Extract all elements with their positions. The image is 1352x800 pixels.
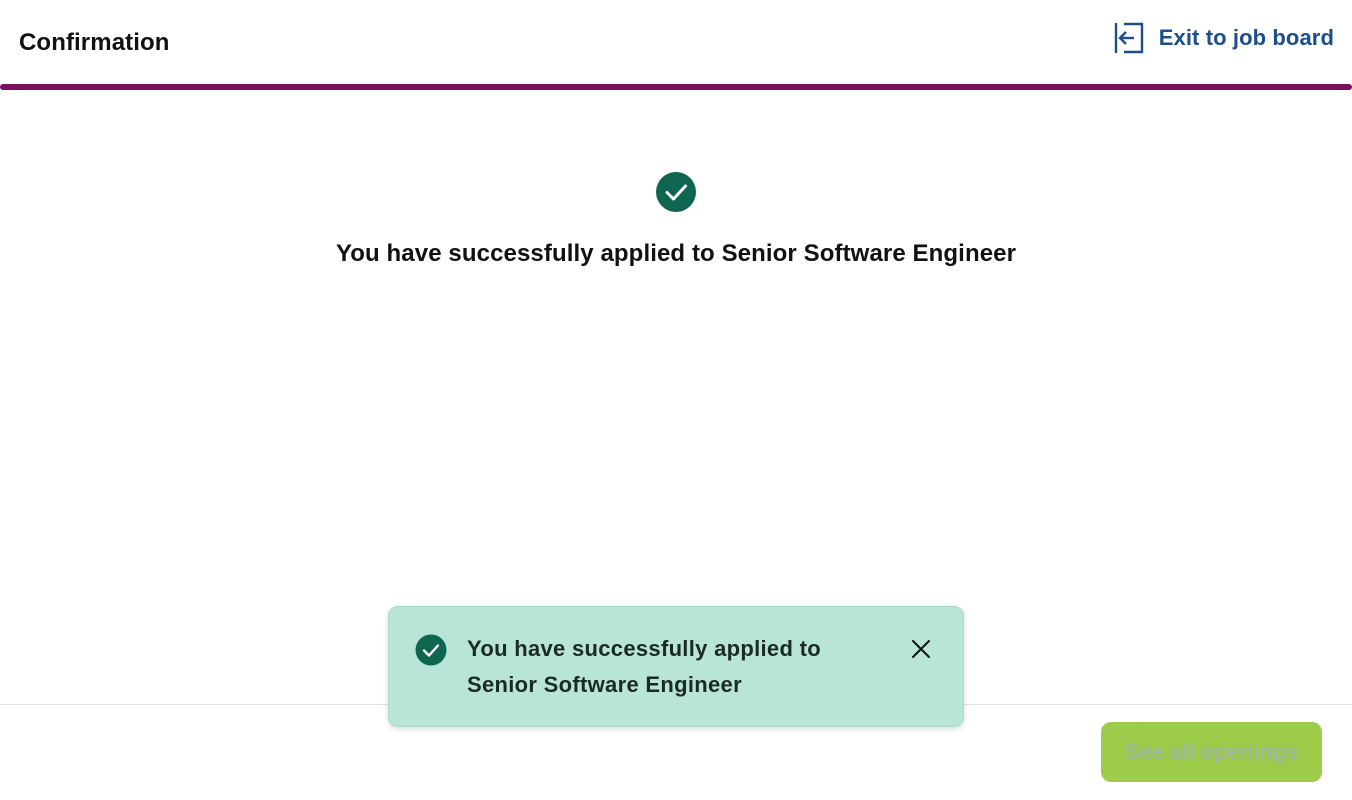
toast-message: You have successfully applied to Senior … [467,636,821,697]
header: Confirmation Exit to job board [0,0,1352,84]
exit-icon [1113,21,1145,55]
exit-to-job-board-link[interactable]: Exit to job board [1113,20,1334,56]
header-divider [0,84,1352,90]
confirmation-page: Confirmation Exit to job board You have … [0,0,1352,800]
success-toast: You have successfully applied to Senior … [388,606,964,727]
check-circle-icon [415,634,447,666]
close-icon[interactable] [907,635,935,663]
check-circle-icon [655,171,697,213]
confirmation-message: You have successfully applied to Senior … [335,240,1017,267]
see-all-openings-button[interactable]: See all openings [1101,722,1322,782]
page-title: Confirmation [19,29,170,56]
exit-link-label: Exit to job board [1158,25,1334,50]
